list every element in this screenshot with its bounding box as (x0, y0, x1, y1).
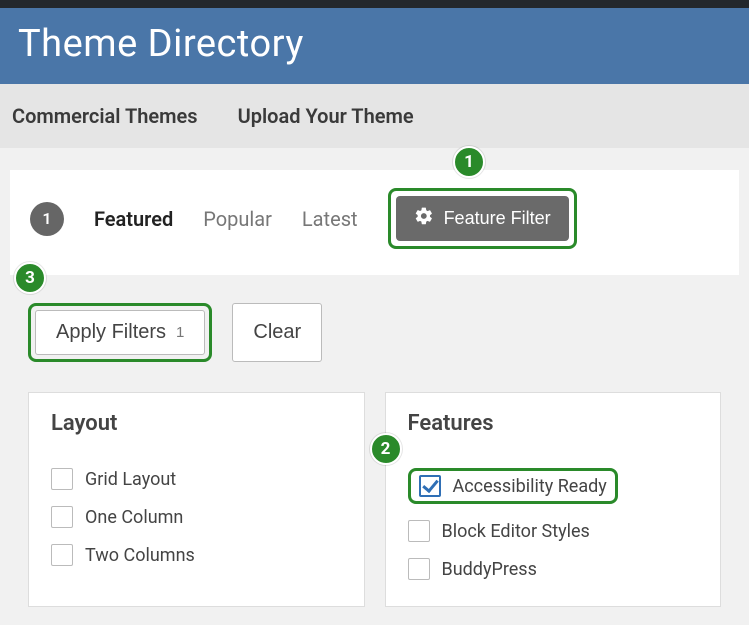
theme-browser-panel: 1 1 Featured Popular Latest Feature Filt… (10, 170, 739, 275)
list-item: Accessibility Ready (408, 460, 699, 512)
subnav: Commercial Themes Upload Your Theme (0, 84, 749, 148)
list-item: Block Editor Styles (408, 512, 699, 550)
features-group: 2 Features Accessibility Ready Block Edi… (385, 392, 722, 607)
annotation-badge-1: 1 (453, 146, 485, 178)
checkbox-one-column[interactable] (51, 506, 73, 528)
checkbox-two-columns[interactable] (51, 544, 73, 566)
commercial-themes-link[interactable]: Commercial Themes (12, 104, 198, 128)
top-admin-bar (0, 0, 749, 8)
checkbox-label[interactable]: One Column (85, 507, 183, 528)
layout-group: Layout Grid Layout One Column Two Column… (28, 392, 365, 607)
checkbox-label[interactable]: Block Editor Styles (442, 521, 590, 542)
highlight-box-2: Accessibility Ready (408, 468, 618, 504)
layout-group-title: Layout (51, 411, 342, 436)
apply-filters-label: Apply Filters (56, 321, 166, 344)
checkbox-label[interactable]: Grid Layout (85, 469, 176, 490)
checkbox-label[interactable]: Accessibility Ready (453, 476, 607, 497)
annotation-badge-3: 3 (14, 262, 46, 294)
checkbox-accessibility-ready[interactable] (419, 475, 441, 497)
list-item: Grid Layout (51, 460, 342, 498)
filters-bar: Apply Filters 1 Clear (0, 275, 749, 374)
feature-filter-button[interactable]: Feature Filter (396, 196, 569, 241)
page-title: Theme Directory (18, 22, 731, 66)
clear-filters-button[interactable]: Clear (232, 303, 322, 362)
tab-latest[interactable]: Latest (302, 203, 358, 235)
list-item: BuddyPress (408, 550, 699, 588)
tab-popular[interactable]: Popular (203, 203, 272, 235)
features-group-title: Features (408, 411, 699, 436)
tab-featured[interactable]: Featured (94, 203, 173, 235)
apply-filters-count: 1 (176, 324, 184, 341)
filter-groups: Layout Grid Layout One Column Two Column… (0, 374, 749, 625)
list-item: One Column (51, 498, 342, 536)
feature-filter-label: Feature Filter (444, 208, 551, 229)
highlight-box-1: Feature Filter (388, 188, 577, 249)
checkbox-block-editor-styles[interactable] (408, 520, 430, 542)
gear-icon (414, 206, 434, 231)
tabs-row: 1 Featured Popular Latest Feature Filter (10, 170, 739, 275)
highlight-box-3: Apply Filters 1 (28, 303, 212, 362)
theme-count-badge: 1 (30, 202, 64, 236)
apply-filters-button[interactable]: Apply Filters 1 (35, 310, 205, 355)
page-title-bar: Theme Directory (0, 8, 749, 84)
checkbox-buddypress[interactable] (408, 558, 430, 580)
checkbox-label[interactable]: Two Columns (85, 545, 195, 566)
annotation-badge-2: 2 (370, 433, 402, 465)
checkbox-grid-layout[interactable] (51, 468, 73, 490)
list-item: Two Columns (51, 536, 342, 574)
checkbox-label[interactable]: BuddyPress (442, 559, 537, 580)
upload-theme-link[interactable]: Upload Your Theme (238, 104, 414, 128)
